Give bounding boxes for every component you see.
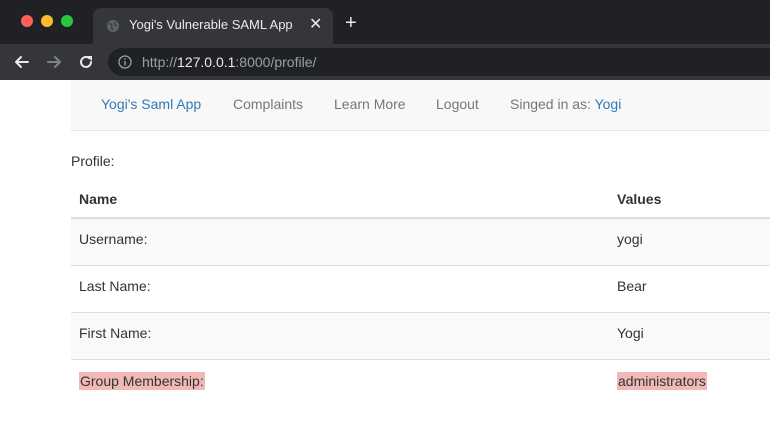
nav-learn-more-link[interactable]: Learn More xyxy=(334,96,406,112)
signed-in-status: Singed in as: Yogi xyxy=(510,96,621,112)
table-row: Username: yogi xyxy=(71,218,770,265)
info-icon[interactable] xyxy=(118,55,132,69)
signed-in-label: Singed in as: xyxy=(510,96,595,112)
browser-tab[interactable]: Yogi's Vulnerable SAML App ✕ xyxy=(93,8,333,44)
back-arrow-icon[interactable] xyxy=(12,52,32,72)
row-name-highlighted: Group Membership: xyxy=(79,372,205,390)
column-header-name: Name xyxy=(79,191,118,207)
column-header-values: Values xyxy=(617,191,662,207)
table-row: Group Membership: administrators xyxy=(71,359,770,406)
globe-icon xyxy=(107,20,119,32)
minimize-window-button[interactable] xyxy=(41,15,53,27)
table-header: Name Values xyxy=(71,180,770,219)
row-value: yogi xyxy=(617,231,643,247)
tab-title: Yogi's Vulnerable SAML App xyxy=(129,17,293,32)
close-window-button[interactable] xyxy=(21,15,33,27)
close-tab-icon[interactable]: ✕ xyxy=(309,15,322,35)
brand-link[interactable]: Yogi's Saml App xyxy=(101,96,201,112)
site-navbar: Yogi's Saml App Complaints Learn More Lo… xyxy=(71,80,770,131)
row-value-highlighted: administrators xyxy=(617,372,707,390)
table-row: First Name: Yogi xyxy=(71,312,770,359)
signed-in-user-link[interactable]: Yogi xyxy=(595,96,622,112)
reload-icon[interactable] xyxy=(76,52,96,72)
row-name: Username: xyxy=(79,231,148,247)
row-name: First Name: xyxy=(79,325,152,341)
forward-arrow-icon[interactable] xyxy=(44,52,64,72)
nav-logout-link[interactable]: Logout xyxy=(436,96,479,112)
url-text[interactable]: http://127.0.0.1:8000/profile/ xyxy=(142,54,316,70)
row-name: Last Name: xyxy=(79,278,151,294)
browser-titlebar: Yogi's Vulnerable SAML App ✕ + xyxy=(0,0,770,44)
address-bar[interactable]: http://127.0.0.1:8000/profile/ xyxy=(108,48,770,76)
maximize-window-button[interactable] xyxy=(61,15,73,27)
table-row: Last Name: Bear xyxy=(71,265,770,312)
browser-toolbar: http://127.0.0.1:8000/profile/ xyxy=(0,44,770,80)
new-tab-icon[interactable]: + xyxy=(345,13,357,33)
nav-complaints-link[interactable]: Complaints xyxy=(233,96,303,112)
row-value: Yogi xyxy=(617,325,644,341)
profile-heading: Profile: xyxy=(71,153,115,169)
row-value: Bear xyxy=(617,278,647,294)
